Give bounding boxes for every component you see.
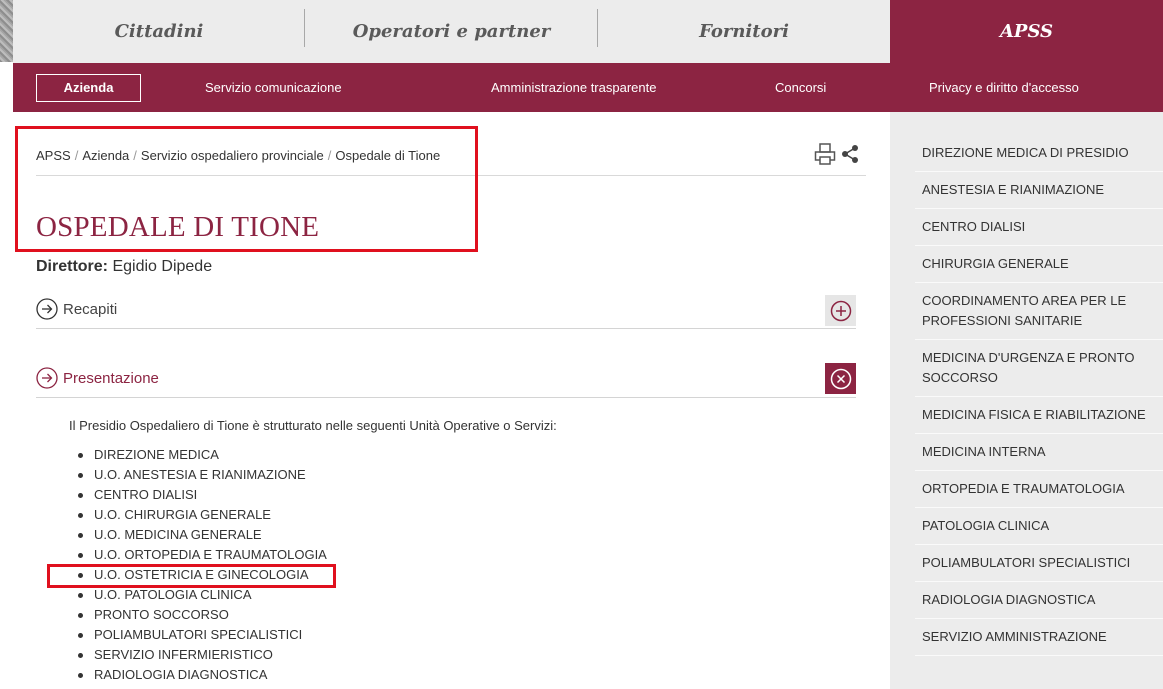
director-name: Egidio Dipede — [112, 258, 213, 275]
accordion-recapiti: Recapiti — [36, 295, 856, 338]
sub-navigation: Azienda Servizio comunicazione Amministr… — [13, 63, 1163, 112]
subnav-item-azienda[interactable]: Azienda — [36, 74, 141, 102]
arrow-circle-icon — [36, 367, 58, 389]
accordion-presentazione: Presentazione — [36, 363, 856, 407]
list-item: RADIOLOGIA DIAGNOSTICA — [76, 665, 327, 685]
tab-cittadini[interactable]: Cittadini — [13, 0, 305, 63]
tab-apss[interactable]: APSS — [890, 0, 1163, 63]
sidebar-item-label: SERVIZIO AMMINISTRAZIONE — [922, 629, 1107, 644]
print-icon[interactable] — [814, 142, 836, 166]
share-icon[interactable] — [840, 142, 860, 166]
sidebar-item-anestesia[interactable]: ANESTESIA E RIANIMAZIONE — [890, 172, 1163, 209]
units-list: DIREZIONE MEDICA U.O. ANESTESIA E RIANIM… — [76, 445, 327, 685]
sidebar-item-label: ANESTESIA E RIANIMAZIONE — [922, 182, 1105, 197]
tab-label: APSS — [999, 21, 1054, 42]
subnav-item-concorsi[interactable]: Concorsi — [775, 63, 826, 112]
breadcrumb-item-azienda[interactable]: Azienda — [82, 148, 129, 163]
sidebar-item-direzione-medica-di-presidio[interactable]: DIREZIONE MEDICA DI PRESIDIO — [890, 135, 1163, 172]
sidebar-item-centro-dialisi[interactable]: CENTRO DIALISI — [890, 209, 1163, 246]
breadcrumb-item-current: Ospedale di Tione — [335, 148, 441, 163]
breadcrumb-separator: / — [133, 148, 137, 163]
list-item: U.O. MEDICINA GENERALE — [76, 525, 327, 545]
main-content: APSS / Azienda / Servizio ospedaliero provin… — [0, 112, 890, 689]
close-icon — [830, 368, 851, 389]
collapse-button[interactable] — [825, 363, 856, 394]
director-label: Direttore: — [36, 258, 109, 275]
top-navigation: Cittadini Operatori e partner Fornitori … — [13, 0, 1163, 63]
director-line: Direttore: Egidio Dipede — [36, 258, 212, 276]
sidebar-item-medicina-fisica[interactable]: MEDICINA FISICA E RIABILITAZIONE — [890, 397, 1163, 434]
subnav-item-servizio-comunicazione[interactable]: Servizio comunicazione — [205, 63, 342, 112]
sidebar-item-label: PATOLOGIA CLINICA — [922, 518, 1050, 533]
breadcrumb-item-apss[interactable]: APSS — [36, 148, 71, 163]
list-item: U.O. OSTETRICIA E GINECOLOGIA — [76, 565, 327, 585]
tab-label: Cittadini — [114, 21, 204, 42]
sidebar-item-label: POLIAMBULATORI SPECIALISTICI — [922, 555, 1131, 570]
background-texture — [0, 0, 13, 62]
sidebar-item-label: CENTRO DIALISI — [922, 219, 1026, 234]
list-item: PRONTO SOCCORSO — [76, 605, 327, 625]
list-item: U.O. ORTOPEDIA E TRAUMATOLOGIA — [76, 545, 327, 565]
arrow-circle-icon — [36, 298, 58, 320]
sidebar-item-poliambulatori[interactable]: POLIAMBULATORI SPECIALISTICI — [890, 545, 1163, 582]
list-item: POLIAMBULATORI SPECIALISTICI — [76, 625, 327, 645]
expand-button[interactable] — [825, 295, 856, 326]
sidebar: DIREZIONE MEDICA DI PRESIDIO ANESTESIA E… — [890, 112, 1163, 689]
tab-label: Operatori e partner — [352, 21, 551, 42]
sidebar-item-label: ORTOPEDIA E TRAUMATOLOGIA — [922, 481, 1125, 496]
sidebar-item-ortopedia[interactable]: ORTOPEDIA E TRAUMATOLOGIA — [890, 471, 1163, 508]
sidebar-menu: DIREZIONE MEDICA DI PRESIDIO ANESTESIA E… — [890, 135, 1163, 656]
list-item: U.O. PATOLOGIA CLINICA — [76, 585, 327, 605]
accordion-header-presentazione[interactable]: Presentazione — [36, 367, 159, 389]
sidebar-item-label: MEDICINA FISICA E RIABILITAZIONE — [922, 407, 1146, 422]
list-item: CENTRO DIALISI — [76, 485, 327, 505]
breadcrumb-item-servizio-ospedaliero[interactable]: Servizio ospedaliero provinciale — [141, 148, 324, 163]
sidebar-item-patologia-clinica[interactable]: PATOLOGIA CLINICA — [890, 508, 1163, 545]
sidebar-item-label: RADIOLOGIA DIAGNOSTICA — [922, 592, 1096, 607]
tab-label: Fornitori — [699, 21, 789, 42]
accordion-label: Presentazione — [63, 369, 159, 387]
sidebar-item-label: COORDINAMENTO AREA PER LE PROFESSIONI SA… — [922, 293, 1127, 328]
sidebar-item-medicina-interna[interactable]: MEDICINA INTERNA — [890, 434, 1163, 471]
sidebar-item-servizio-amministrazione[interactable]: SERVIZIO AMMINISTRAZIONE — [890, 619, 1163, 656]
sidebar-item-label: MEDICINA INTERNA — [922, 444, 1046, 459]
sidebar-item-label: MEDICINA D'URGENZA E PRONTO SOCCORSO — [922, 350, 1135, 385]
accordion-label: Recapiti — [63, 300, 118, 318]
sidebar-item-label: DIREZIONE MEDICA DI PRESIDIO — [922, 145, 1129, 160]
tab-operatori-e-partner[interactable]: Operatori e partner — [305, 0, 598, 63]
page-title: OSPEDALE DI TIONE — [36, 211, 320, 243]
subnav-item-amministrazione-trasparente[interactable]: Amministrazione trasparente — [491, 63, 656, 112]
accordion-divider — [36, 397, 856, 398]
list-item: SERVIZIO INFERMIERISTICO — [76, 645, 327, 665]
breadcrumb: APSS / Azienda / Servizio ospedaliero provin… — [36, 148, 440, 163]
accordion-header-recapiti[interactable]: Recapiti — [36, 298, 117, 320]
accordion-divider — [36, 328, 856, 329]
list-item: DIREZIONE MEDICA — [76, 445, 327, 465]
sidebar-item-chirurgia-generale[interactable]: CHIRURGIA GENERALE — [890, 246, 1163, 283]
breadcrumb-separator: / — [327, 148, 332, 163]
tab-fornitori[interactable]: Fornitori — [598, 0, 890, 63]
breadcrumb-divider — [36, 175, 866, 176]
sidebar-item-coordinamento[interactable]: COORDINAMENTO AREA PER LE PROFESSIONI SA… — [890, 283, 1163, 340]
sidebar-item-radiologia[interactable]: RADIOLOGIA DIAGNOSTICA — [890, 582, 1163, 619]
list-item: U.O. ANESTESIA E RIANIMAZIONE — [76, 465, 327, 485]
presentazione-intro: Il Presidio Ospedaliero di Tione è strut… — [69, 418, 557, 433]
subnav-item-privacy[interactable]: Privacy e diritto d'accesso — [929, 63, 1079, 112]
breadcrumb-separator: / — [74, 148, 79, 163]
sidebar-item-label: CHIRURGIA GENERALE — [922, 256, 1069, 271]
page-tools — [814, 142, 860, 166]
list-item: U.O. CHIRURGIA GENERALE — [76, 505, 327, 525]
plus-icon — [830, 300, 851, 321]
sidebar-item-medicina-urgenza[interactable]: MEDICINA D'URGENZA E PRONTO SOCCORSO — [890, 340, 1163, 397]
